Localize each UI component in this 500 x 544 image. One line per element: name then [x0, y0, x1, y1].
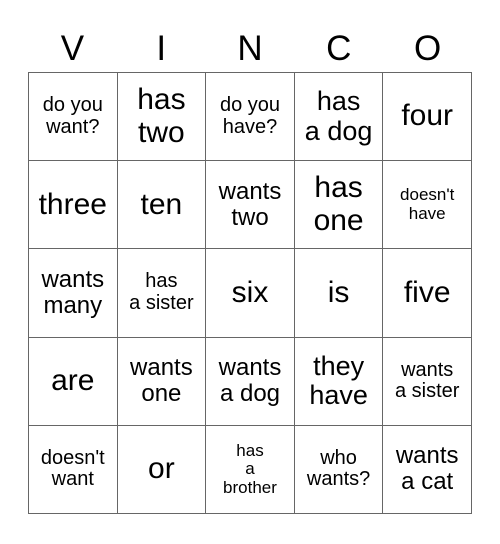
bingo-cell-label: they have: [309, 351, 368, 411]
bingo-card: V I N C O do you want? has two do you have…: [0, 0, 500, 544]
bingo-cell-r1c4[interactable]: has a dog: [294, 73, 384, 162]
bingo-cell-r3c1[interactable]: wants many: [29, 249, 118, 338]
bingo-header-row: V I N C O: [28, 24, 472, 72]
bingo-cell-r1c3[interactable]: do you have?: [206, 73, 295, 162]
bingo-cell-label: has two: [137, 83, 186, 149]
header-letter-5: O: [413, 28, 442, 68]
bingo-cell-label: doesn't have: [400, 185, 455, 223]
header-letter-2: I: [156, 28, 167, 68]
bingo-cell-r1c2[interactable]: has two: [117, 73, 207, 162]
bingo-cell-r4c5[interactable]: wants a sister: [383, 337, 472, 426]
bingo-cell-label: are: [51, 364, 95, 397]
bingo-cell-label: has one: [313, 171, 364, 237]
bingo-cell-label: wants many: [41, 266, 105, 319]
bingo-cell-label: has a brother: [223, 440, 277, 497]
bingo-cell-label: three: [38, 187, 107, 221]
bingo-cell-r4c3[interactable]: wants a dog: [206, 337, 295, 426]
bingo-cell-label: who wants?: [306, 446, 371, 491]
bingo-cell-label: wants a dog: [218, 354, 282, 408]
bingo-cell-r4c2[interactable]: wants one: [117, 337, 207, 426]
bingo-grid: do you want? has two do you have? has a dog…: [28, 72, 472, 514]
bingo-cell-label: wants one: [130, 354, 193, 408]
bingo-cell-r5c5[interactable]: wants a cat: [383, 425, 472, 514]
bingo-cell-label: wants two: [218, 177, 282, 231]
bingo-cell-r4c1[interactable]: are: [29, 337, 118, 426]
bingo-cell-r2c5[interactable]: doesn't have: [383, 161, 472, 250]
bingo-cell-label: doesn't want: [40, 446, 105, 491]
bingo-cell-label: do you want?: [42, 94, 103, 138]
bingo-cell-label: do you have?: [219, 94, 281, 138]
bingo-cell-label: five: [403, 275, 451, 309]
bingo-cell-r5c1[interactable]: doesn't want: [29, 425, 118, 514]
bingo-cell-r3c2[interactable]: has a sister: [117, 249, 207, 338]
bingo-cell-r1c5[interactable]: four: [383, 73, 472, 162]
bingo-cell-label: is: [327, 275, 350, 309]
bingo-cell-label: four: [401, 99, 454, 133]
header-letter-3: N: [237, 28, 263, 68]
bingo-cell-label: has a dog: [304, 86, 373, 146]
bingo-cell-label: six: [231, 275, 269, 309]
header-letter-1: V: [60, 28, 85, 68]
bingo-cell-r2c4[interactable]: has one: [294, 161, 384, 250]
bingo-cell-label: wants a cat: [395, 442, 459, 496]
bingo-cell-r2c3[interactable]: wants two: [206, 161, 295, 250]
header-letter-4: C: [326, 28, 352, 68]
bingo-cell-label: has a sister: [129, 270, 194, 314]
bingo-cell-r2c2[interactable]: ten: [117, 161, 207, 250]
bingo-cell-label: wants a sister: [394, 358, 460, 403]
bingo-cell-r5c3[interactable]: has a brother: [206, 425, 295, 514]
bingo-cell-r3c4[interactable]: is: [294, 249, 384, 338]
bingo-cell-label: or: [148, 452, 175, 486]
bingo-cell-r2c1[interactable]: three: [29, 161, 118, 250]
bingo-cell-r4c4[interactable]: they have: [294, 337, 384, 426]
bingo-cell-r3c3[interactable]: six: [206, 249, 295, 338]
bingo-cell-r3c5[interactable]: five: [383, 249, 472, 338]
bingo-cell-r1c1[interactable]: do you want?: [29, 73, 118, 162]
bingo-cell-r5c4[interactable]: who wants?: [294, 425, 384, 514]
bingo-cell-r5c2[interactable]: or: [117, 425, 207, 514]
bingo-cell-label: ten: [140, 187, 183, 221]
